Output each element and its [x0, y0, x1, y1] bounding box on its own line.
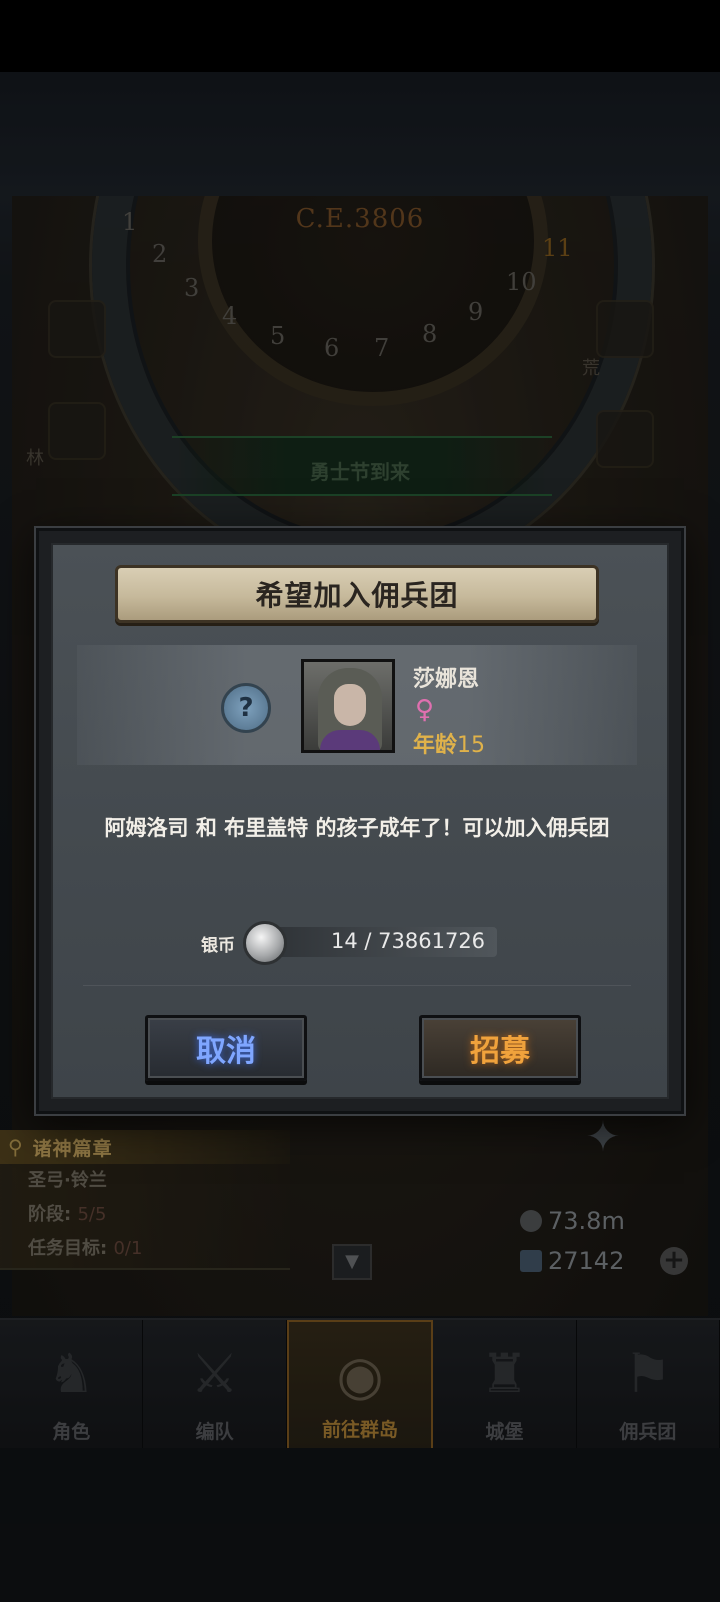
cost-row: 银币 14 / 73861726 [201, 921, 511, 965]
cost-value: 14 / 73861726 [331, 929, 486, 953]
cancel-button[interactable]: 取消 [145, 1015, 307, 1081]
dialog-message: 阿姆洛司 和 布里盖特 的孩子成年了！可以加入佣兵团 [104, 816, 610, 840]
silver-coin-icon [243, 921, 287, 965]
female-icon: ♀ [415, 695, 435, 725]
recruit-button[interactable]: 招募 [419, 1015, 581, 1081]
age-value: 15 [457, 733, 486, 758]
recruit-dialog: 希望加入佣兵团 ? 莎娜恩 ♀ 年龄15 阿姆洛司 和 布里盖特 的孩子成年了！… [36, 528, 684, 1114]
status-bar [0, 0, 720, 72]
dialog-title-plate: 希望加入佣兵团 [115, 565, 599, 623]
help-icon[interactable]: ? [221, 683, 271, 733]
age-label: 年龄 [413, 733, 458, 758]
dialog-title: 希望加入佣兵团 [255, 579, 459, 612]
cost-label: 银币 [201, 936, 235, 956]
divider [83, 985, 631, 986]
character-portrait[interactable] [301, 659, 395, 753]
character-name: 莎娜恩 [413, 667, 480, 692]
dialog-panel: 希望加入佣兵团 ? 莎娜恩 ♀ 年龄15 阿姆洛司 和 布里盖特 的孩子成年了！… [51, 543, 669, 1099]
character-age: 年龄15 [413, 727, 485, 759]
